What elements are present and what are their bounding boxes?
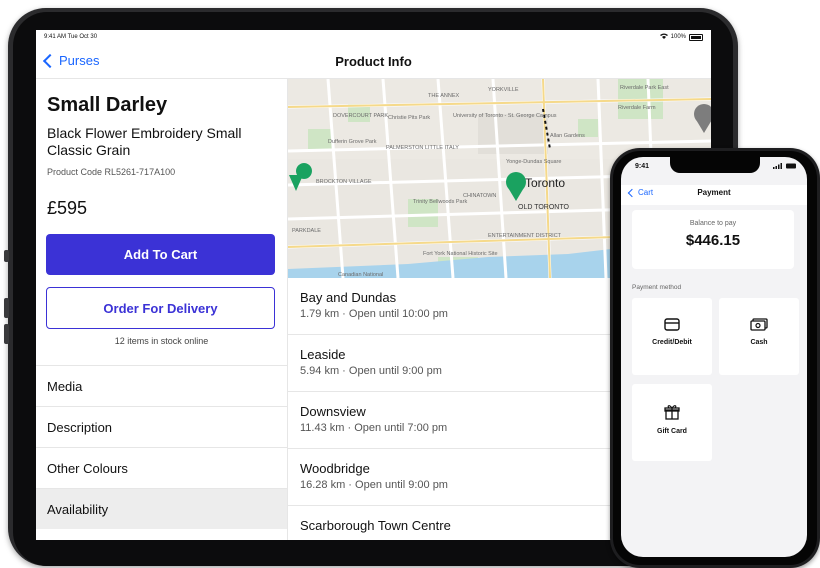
status-time: 9:41 AM Tue Oct 30 — [44, 34, 98, 40]
add-to-cart-button[interactable]: Add To Cart — [46, 234, 275, 275]
map-label: Allan Gardens — [550, 133, 585, 139]
payment-method-label-cash: Cash — [750, 339, 768, 346]
iphone-nav-bar: Cart Payment — [621, 185, 807, 205]
product-price: £595 — [47, 198, 88, 218]
signal-battery-icon — [773, 163, 797, 171]
product-description: Black Flower Embroidery Small Classic Gr… — [47, 125, 242, 158]
map-label: Toronto — [525, 176, 565, 190]
payment-title: Payment — [697, 188, 731, 197]
nav-bar: Purses Product Info — [36, 44, 711, 79]
menu-item-description[interactable]: Description — [36, 406, 287, 447]
payment-method-label-gift: Gift Card — [657, 428, 687, 435]
payment-method-label: Payment method — [632, 284, 682, 291]
map-label: THE ANNEX — [428, 93, 460, 99]
menu-item-other-colours[interactable]: Other Colours — [36, 447, 287, 488]
credit-card-icon — [632, 318, 712, 331]
map-label: Fort York National Historic Site — [423, 251, 498, 257]
payment-gift-card-button[interactable]: Gift Card — [632, 384, 712, 461]
iphone-notch — [670, 157, 760, 173]
menu-item-availability[interactable]: Availability — [36, 488, 287, 529]
balance-label: Balance to pay — [689, 220, 737, 227]
battery-icon — [689, 33, 703, 41]
ipad-side-button — [4, 250, 9, 262]
payment-method-label-credit: Credit/Debit — [652, 339, 692, 346]
balance-card: Balance to pay $446.15 — [632, 210, 794, 269]
page-title: Product Info — [335, 54, 412, 69]
product-name: Small Darley — [47, 94, 168, 116]
map-label: Christie Pits Park — [388, 115, 430, 121]
battery-percent: 100% — [670, 34, 686, 40]
payment-credit-debit-button[interactable]: Credit/Debit — [632, 298, 712, 375]
map-label: Trinity Bellwoods Park — [413, 199, 467, 205]
map-label: CHINATOWN — [463, 193, 496, 199]
stock-info: 12 items in stock online — [114, 336, 209, 346]
ipad-volume-button — [4, 324, 9, 344]
order-for-delivery-button[interactable]: Order For Delivery — [46, 287, 275, 329]
wifi-icon — [659, 33, 668, 41]
balance-amount: $446.15 — [685, 232, 741, 249]
map-label: DOVERCOURT PARK — [333, 113, 388, 119]
product-menu: Media Description Other Colours Availabi… — [36, 365, 287, 529]
gift-icon — [632, 404, 712, 420]
map-label: PALMERSTON LITTLE ITALY — [386, 145, 459, 151]
iphone-device: 9:41 Cart Payment Balance to pay $446.15… — [610, 148, 820, 568]
map-label: ENTERTAINMENT DISTRICT — [488, 233, 562, 239]
map-label: YORKVILLE — [488, 87, 519, 93]
status-bar: 9:41 AM Tue Oct 30 100% — [36, 30, 711, 44]
map-label: Yonge-Dundas Square — [506, 159, 561, 165]
menu-item-media[interactable]: Media — [36, 365, 287, 406]
map-label: University of Toronto - St. George Campu… — [453, 113, 557, 119]
product-code: Product Code RL5261-717A100 — [47, 167, 176, 177]
map-label: Riverdale Farm — [618, 105, 656, 111]
iphone-status-time: 9:41 — [635, 163, 650, 170]
map-label: OLD TORONTO — [518, 204, 570, 211]
map-label: Dufferin Grove Park — [328, 139, 377, 145]
map-label: BROCKTON VILLAGE — [316, 179, 372, 185]
map-label: Riverdale Park East — [620, 85, 669, 91]
map-label: PARKDALE — [292, 228, 321, 234]
cash-icon — [719, 318, 799, 331]
iphone-screen: 9:41 Cart Payment Balance to pay $446.15… — [621, 157, 807, 557]
product-panel: Small Darley Black Flower Embroidery Sma… — [36, 79, 288, 540]
payment-cash-button[interactable]: Cash — [719, 298, 799, 375]
ipad-volume-button — [4, 298, 9, 318]
